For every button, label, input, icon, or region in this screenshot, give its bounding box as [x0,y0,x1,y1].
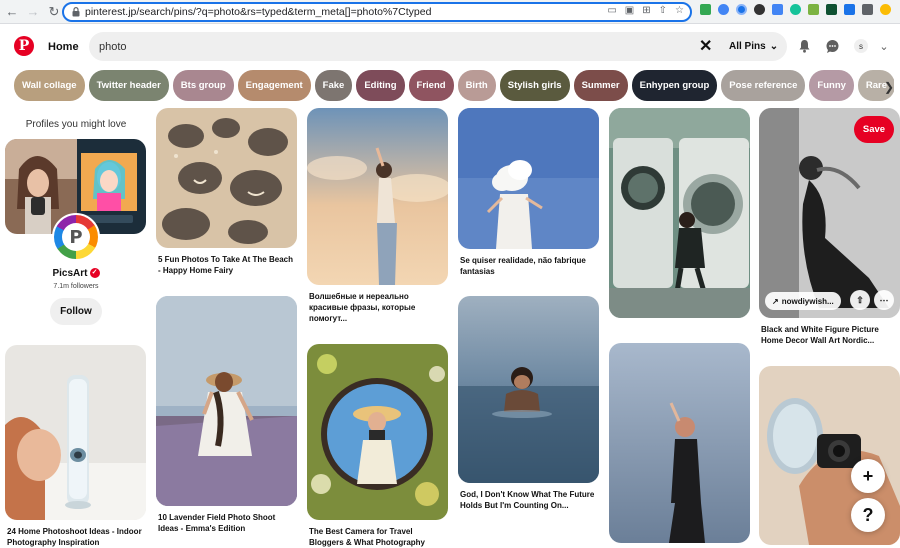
follower-count: 7.1m followers [53,283,99,290]
search-chip[interactable]: Stylish girls [499,70,570,101]
pin-title[interactable]: Волшебные и нереально красивые фразы, ко… [307,291,448,324]
download-extension-icon[interactable] [844,4,855,15]
pin-card[interactable] [609,343,750,543]
circle-extension-icon[interactable] [718,4,729,15]
link-arrow-icon: ↗ [772,296,779,306]
pin-title[interactable]: Se quiser realidade, não fabrique fantas… [458,255,599,277]
create-plus-button[interactable]: + [851,459,885,493]
upload-share-icon[interactable]: ⇧ [850,290,870,310]
pin-card[interactable]: 10 Lavender Field Photo Shoot Ideas - Em… [156,296,297,534]
search-chip[interactable]: Wall collage [14,70,85,101]
search-input[interactable]: photo [99,41,127,53]
pin-image[interactable] [609,343,750,543]
bookmark-star-icon[interactable]: ☆ [675,5,684,16]
reload-icon[interactable]: ↻ [45,3,63,21]
pin-card[interactable]: The Best Camera for Travel Bloggers & Wh… [307,344,448,548]
back-icon[interactable]: ← [3,3,21,21]
drive-extension-icon[interactable] [700,4,711,15]
more-options-icon[interactable]: ⋯ [874,290,894,310]
pinterest-logo-icon[interactable]: P [14,36,34,56]
pin-card[interactable]: 5 Fun Photos To Take At The Beach - Happ… [156,108,297,276]
search-chip[interactable]: Fake [314,70,353,101]
pin-card[interactable] [609,108,750,318]
search-chip[interactable]: Bts group [172,70,234,101]
related-search-chips: Wall collage Twitter header Bts group Engag… [14,70,894,101]
chips-next-arrow-icon[interactable]: ❯ [884,80,894,94]
profiles-heading: Profiles you might love [25,119,127,130]
forward-icon[interactable]: → [24,3,42,21]
verified-check-icon: ✓ [89,268,100,279]
search-chip[interactable]: Pose reference [721,70,806,101]
account-chevron-icon[interactable]: ⌄ [876,38,892,54]
url-text[interactable]: pinterest.jp/search/pins/?q=photo&rs=typ… [85,6,431,18]
pin-image[interactable] [156,296,297,506]
picsart-logo[interactable]: P [52,213,100,261]
cast-icon[interactable]: ▭ [607,5,616,16]
pin-image[interactable] [458,296,599,483]
pin-image[interactable] [609,108,750,318]
filter-label: All Pins [729,41,766,52]
chevron-down-icon: ⌄ [769,41,779,52]
follow-button[interactable]: Follow [50,298,102,325]
pin-image[interactable] [307,344,448,520]
search-chip[interactable]: Funny [809,70,854,101]
sheet-extension-icon[interactable] [826,4,837,15]
pin-image[interactable] [458,108,599,249]
search-chip[interactable]: Summer [573,70,628,101]
site-header: P Home photo ✕ All Pins ⌄ s ⌄ [0,28,900,68]
pin-card[interactable]: God, I Don't Know What The Future Holds … [458,296,599,511]
messages-icon[interactable] [824,38,840,54]
search-chip[interactable]: Editing [356,70,405,101]
all-pins-filter[interactable]: All Pins ⌄ [729,36,778,57]
translate-extension-icon[interactable] [772,4,783,15]
user-avatar[interactable]: s [854,39,868,53]
search-chip[interactable]: Friend [408,70,454,101]
pin-title[interactable]: God, I Don't Know What The Future Holds … [458,489,599,511]
source-link-chip[interactable]: ↗ nowdiywish... [765,292,841,310]
pin-title[interactable]: 10 Lavender Field Photo Shoot Ideas - Em… [156,512,297,534]
pin-image[interactable] [307,108,448,285]
clear-search-icon[interactable]: ✕ [699,36,712,56]
notifications-bell-icon[interactable] [796,38,812,54]
extensions-bar: ⋮ [700,4,900,15]
puzzle-extensions-icon[interactable] [862,4,873,15]
pin-card[interactable]: Save ↗ nowdiywish... ⇧ ⋯ Black and White… [759,108,900,346]
grammar-extension-icon[interactable] [790,4,801,15]
dark-extension-icon[interactable] [754,4,765,15]
screenshot-icon[interactable]: ▣ [625,5,634,16]
pin-card[interactable]: Волшебные и нереально красивые фразы, ко… [307,108,448,324]
home-button[interactable]: Home [42,36,85,58]
pin-title[interactable]: Black and White Figure Picture Home Deco… [759,324,900,346]
browser-toolbar: ← → ↻ pinterest.jp/search/pins/?q=photo&… [0,0,900,24]
search-bar[interactable]: photo ✕ All Pins ⌄ [89,32,787,61]
search-chip[interactable]: Twitter header [88,70,169,101]
profile-avatar-icon[interactable] [880,4,891,15]
search-chip[interactable]: Birth [457,70,496,101]
profile-name[interactable]: PicsArt ✓ [6,268,146,279]
pin-title[interactable]: 5 Fun Photos To Take At The Beach - Happ… [156,254,297,276]
search-chip[interactable]: Enhypen group [631,70,718,101]
address-bar[interactable]: pinterest.jp/search/pins/?q=photo&rs=typ… [62,2,692,22]
leaf-extension-icon[interactable] [808,4,819,15]
pin-image[interactable] [5,345,146,520]
ring-extension-icon[interactable] [736,4,747,15]
pin-image[interactable] [156,108,297,248]
share-icon[interactable]: ⇧ [659,5,667,16]
save-button[interactable]: Save [854,116,894,143]
pin-card[interactable]: Se quiser realidade, não fabrique fantas… [458,108,599,277]
install-icon[interactable]: ⊞ [642,5,650,16]
search-chip[interactable]: Engagement [237,70,311,101]
help-button[interactable]: ? [851,498,885,532]
pin-card[interactable]: 24 Home Photoshoot Ideas - Indoor Photog… [5,345,146,548]
pin-image[interactable]: Save ↗ nowdiywish... ⇧ ⋯ [759,108,900,318]
lock-icon [69,5,83,19]
